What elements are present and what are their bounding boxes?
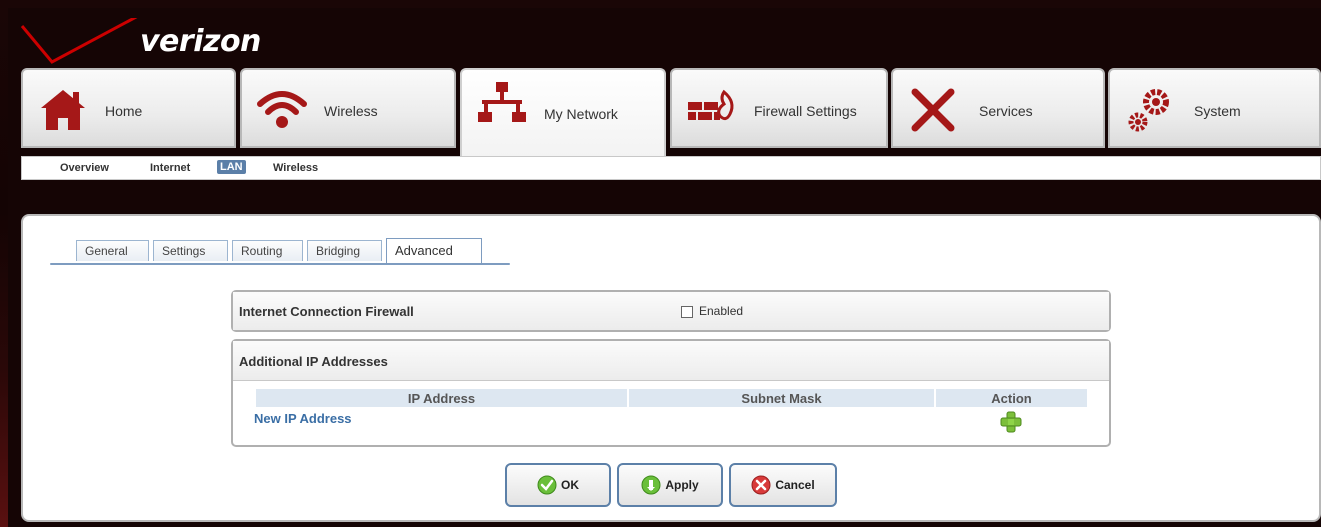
wifi-icon (257, 91, 307, 128)
apply-button[interactable]: Apply (617, 463, 723, 507)
logo-text: verizon (140, 24, 261, 59)
col-action: Action (936, 389, 1087, 407)
tab-system-label: System (1194, 103, 1241, 119)
check-icon (537, 475, 557, 495)
ok-button[interactable]: OK (505, 463, 611, 507)
top-navigation: Home Wireless My Network Firewall Settin… (21, 68, 1321, 156)
new-ip-address-link[interactable]: New IP Address (254, 411, 352, 426)
tab-general[interactable]: General (76, 240, 149, 261)
tab-wireless[interactable]: Wireless (240, 68, 456, 148)
subnav-wireless[interactable]: Wireless (273, 162, 318, 174)
tools-icon (911, 88, 955, 132)
firewall-enabled-checkbox[interactable] (681, 306, 693, 318)
firewall-enabled-label: Enabled (699, 304, 744, 318)
tab-my-network[interactable]: My Network (460, 68, 666, 156)
ip-table: IP Address Subnet Mask Action (254, 389, 1089, 407)
subnav-internet[interactable]: Internet (150, 162, 190, 174)
tab-services[interactable]: Services (891, 68, 1105, 148)
tab-firewall-settings[interactable]: Firewall Settings (670, 68, 888, 148)
tab-advanced[interactable]: Advanced (386, 238, 482, 263)
additional-ip-section: Additional IP Addresses IP Address Subne… (231, 339, 1111, 447)
tab-home[interactable]: Home (21, 68, 236, 148)
tab-services-label: Services (979, 103, 1033, 119)
network-icon (478, 82, 526, 122)
subnav-overview[interactable]: Overview (60, 162, 109, 174)
tab-wireless-label: Wireless (324, 103, 378, 119)
sub-navigation: Overview Internet LAN Wireless (21, 156, 1321, 180)
cancel-icon (751, 475, 771, 495)
cancel-label: Cancel (775, 478, 815, 492)
tab-bridging[interactable]: Bridging (307, 240, 382, 261)
tab-home-label: Home (105, 103, 143, 119)
firewall-section-title: Internet Connection Firewall (233, 292, 1109, 330)
tab-my-network-label: My Network (544, 106, 618, 122)
firewall-section: Internet Connection Firewall Enabled (231, 290, 1111, 332)
apply-icon (641, 475, 661, 495)
tab-firewall-label: Firewall Settings (754, 103, 857, 119)
home-icon (41, 90, 85, 130)
tab-settings[interactable]: Settings (153, 240, 228, 261)
cancel-button[interactable]: Cancel (729, 463, 837, 507)
gears-icon (1128, 89, 1169, 132)
subtab-underline (50, 263, 510, 265)
col-ip-address: IP Address (256, 389, 627, 407)
tab-system[interactable]: System (1108, 68, 1321, 148)
ok-label: OK (561, 478, 579, 492)
add-icon[interactable] (1000, 411, 1022, 433)
firewall-icon (688, 89, 734, 121)
col-subnet-mask: Subnet Mask (629, 389, 934, 407)
additional-ip-title: Additional IP Addresses (233, 341, 1109, 381)
apply-label: Apply (665, 478, 699, 492)
tab-routing[interactable]: Routing (232, 240, 303, 261)
subnav-lan[interactable]: LAN (217, 160, 246, 174)
